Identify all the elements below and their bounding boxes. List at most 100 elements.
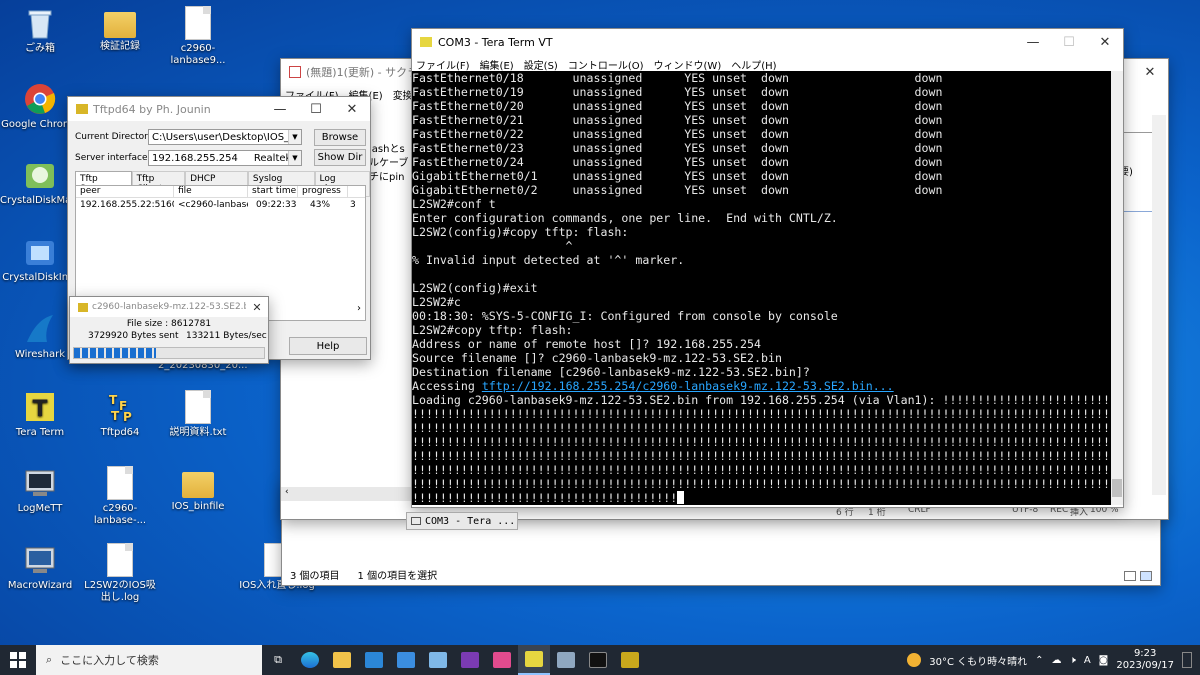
current-directory-value: C:\Users\user\Desktop\IOS_binfile [152,131,301,143]
wireshark-fin-icon [23,312,57,346]
svg-text:T: T [109,393,118,407]
terminal-line: L2SW2#c [412,295,461,309]
ime-indicator[interactable]: A [1084,655,1091,666]
terminal-line: FastEthernet0/22 unassigned YES unset do… [412,127,943,141]
chevron-down-icon[interactable]: ▼ [288,151,301,165]
folder-shortcut-ios-binfile[interactable]: IOS_binfile [158,466,238,513]
start-button[interactable] [0,645,36,675]
volume-icon[interactable]: 🕨 [1070,655,1076,666]
sakura-text-line: ルケーブ [369,158,409,169]
teraterm-taskbutton[interactable]: COM3 - Tera ... [406,512,518,530]
column-file[interactable]: file [174,186,248,197]
show-dir-button[interactable]: Show Dir [314,149,366,166]
recycle-bin-shortcut[interactable]: ごみ箱 [0,6,80,55]
teraterm-taskbar-icon[interactable] [518,645,550,675]
sakura-text-line: lashとs [369,144,405,155]
tftpd-maximize-button[interactable]: ☐ [298,96,334,122]
column-start-time[interactable]: start time [248,186,298,197]
action-center-icon[interactable] [1182,652,1192,668]
terminal-line: !!!!!!!!!!!!!!!!!!!!!!!!!!!!!!!!!!!!!!!!… [412,463,1112,477]
logmett-taskbar-icon[interactable] [550,645,582,675]
system-tray: 30°C くもり時々晴れ ⌃ ☁ 🕨 A ◙ 9:23 2023/09/17 [907,648,1200,672]
tftpd64-taskbar-icon[interactable] [614,645,646,675]
file-shortcut-setsumei[interactable]: 説明資料.txt [158,390,238,439]
server-ip-value: 192.168.255.254 [152,152,238,164]
teraterm-titlebar: COM3 - Tera Term VT — ☐ ✕ [412,29,1123,55]
task-view-icon[interactable]: ⧉ [262,645,294,675]
log-file-icon [107,543,133,577]
terminal-line: L2SW2(config)#copy tftp: flash: [412,225,629,239]
weather-icon[interactable] [907,653,922,667]
terminal-url-link[interactable]: tftp://192.168.255.254/c2960-lanbasek9-m… [482,379,894,393]
sakura-close-button[interactable]: ✕ [1132,59,1168,85]
weather-text[interactable]: 30°C くもり時々晴れ [929,653,1027,668]
app-icon[interactable] [486,645,518,675]
explorer-statusbar: 3 個の項目 1 個の項目を選択 [290,567,437,582]
terminal-line: !!!!!!!!!!!!!!!!!!!!!!!!!!!!!!!!!!!!!!!!… [412,477,1112,491]
macrowizard-shortcut[interactable]: MacroWizard [0,543,80,592]
terminal-scrollbar-thumb[interactable] [1112,479,1122,497]
terminal-scrollbar[interactable] [1111,71,1123,505]
help-button[interactable]: Help [289,337,367,355]
server-interfaces-label: Server interfaces [75,153,153,163]
column-progress[interactable]: progress [298,186,348,197]
row-peer: 192.168.255.22:51609 [80,200,174,210]
svg-text:T: T [32,397,47,422]
menu-file[interactable]: ファイル(F) [416,57,470,72]
terminal-screen[interactable]: FastEthernet0/18 unassigned YES unset do… [412,71,1112,505]
clock[interactable]: 9:23 2023/09/17 [1116,648,1174,672]
store-icon[interactable] [358,645,390,675]
file-shortcut-l2sw2-log[interactable]: L2SW2のIOS吸出し.log [80,543,160,604]
search-icon: ⌕ [46,653,53,666]
terminal-line: FastEthernet0/20 unassigned YES unset do… [412,99,943,113]
chevron-up-icon[interactable]: ⌃ [1035,655,1043,666]
transfer-close-button[interactable]: ✕ [246,297,268,317]
crystaldiskmark-icon [23,158,57,192]
desktop-icon-label: IOS_binfile [171,501,225,512]
minimize-button[interactable]: — [1015,29,1051,55]
sakura-text-area[interactable]: lashとs ルケーブ チにpin [369,143,408,185]
tftpd-minimize-button[interactable]: — [262,96,298,122]
onenote-icon[interactable] [454,645,486,675]
browse-button[interactable]: Browse [314,129,366,146]
scroll-right-icon[interactable]: › [357,303,361,314]
maximize-button[interactable]: ☐ [1051,29,1087,55]
details-view-icon[interactable] [1124,571,1136,581]
large-icons-view-icon[interactable] [1140,571,1152,581]
notification-icon[interactable]: ◙ [1099,655,1109,666]
chevron-down-icon[interactable]: ▼ [288,130,301,144]
network-icon[interactable]: ☁ [1052,655,1062,666]
menu-window[interactable]: ウィンドウ(W) [654,57,722,72]
close-button[interactable]: ✕ [1087,29,1123,55]
column-peer[interactable]: peer [76,186,174,197]
transfer-progress-bar [73,347,265,359]
file-explorer-icon[interactable] [326,645,358,675]
terminal-line: GigabitEthernet0/2 unassigned YES unset … [412,183,943,197]
tftpd64-shortcut[interactable]: TFTP Tftpd64 [80,390,160,439]
teraterm-shortcut[interactable]: T Tera Term [0,390,80,439]
edge-icon[interactable] [294,645,326,675]
teraterm-window[interactable]: COM3 - Tera Term VT — ☐ ✕ ファイル(F) 編集(E) … [411,28,1124,508]
menu-control[interactable]: コントロール(O) [568,57,644,72]
logmett-shortcut[interactable]: LogMeTT [0,466,80,515]
transfer-progress-window[interactable]: c2960-lanbasek9-mz.122-53.SE2.bi... ✕ Fi… [69,296,269,364]
file-shortcut-c2960-2[interactable]: c2960-lanbase-... [80,466,160,527]
transfer-rate: 133211 Bytes/sec [186,331,267,341]
menu-setup[interactable]: 設定(S) [524,57,558,72]
scroll-left-icon[interactable]: ‹ [285,487,289,497]
file-shortcut-c2960[interactable]: c2960-lanbase9... [158,6,238,67]
menu-help[interactable]: ヘルプ(H) [731,57,776,72]
folder-shortcut-kensho[interactable]: 検証記録 [80,6,160,53]
mail-icon[interactable] [390,645,422,675]
current-directory-combo[interactable]: C:\Users\user\Desktop\IOS_binfile ▼ [148,129,302,145]
clock-date: 2023/09/17 [1116,660,1174,671]
transfer-progress-fill [74,348,156,358]
table-row[interactable]: 192.168.255.22:51609 <c2960-lanbase... 0… [76,198,365,212]
tftpd-close-button[interactable]: ✕ [334,96,370,122]
taskbar-search-box[interactable]: ⌕ ここに入力して検索 [36,645,262,675]
terminal-taskbar-icon[interactable] [582,645,614,675]
sakura-vscrollbar[interactable] [1152,115,1166,495]
server-interfaces-combo[interactable]: 192.168.255.254 Realtek PC ▼ [148,150,302,166]
menu-edit[interactable]: 編集(E) [480,57,514,72]
app-icon[interactable] [422,645,454,675]
